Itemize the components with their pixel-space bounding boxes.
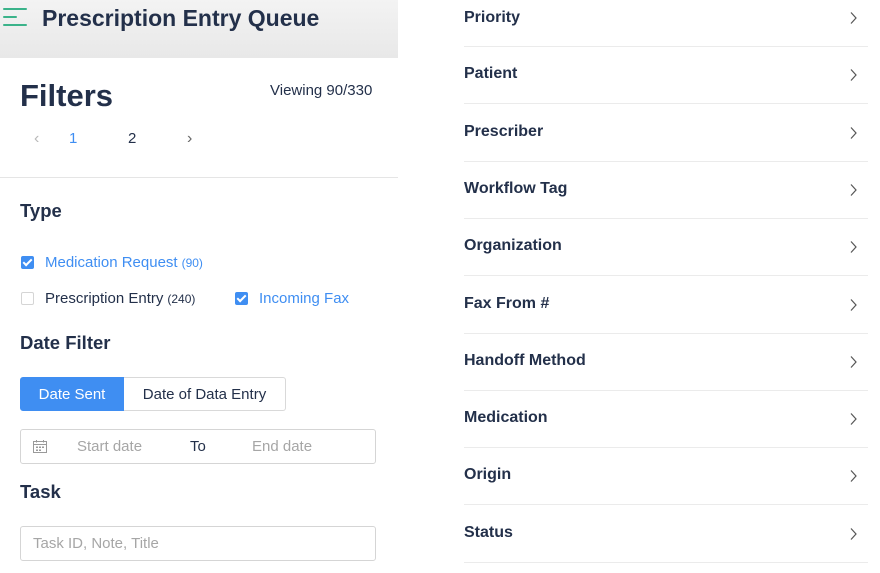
task-search-input[interactable] [20, 526, 376, 561]
filters-title: Filters [20, 78, 114, 113]
chevron-right-icon[interactable]: › [187, 130, 192, 148]
filter-row-prescriber[interactable]: Prescriber [464, 115, 868, 172]
row-divider [464, 275, 868, 276]
date-filter-heading: Date Filter [20, 332, 111, 353]
chevron-right-icon [850, 12, 857, 24]
date-type-toggle: Date Sent Date of Data Entry [20, 377, 286, 411]
filter-row-organization[interactable]: Organization [464, 229, 868, 286]
chevron-right-icon [850, 184, 857, 196]
menu-icon[interactable] [3, 8, 27, 28]
row-divider [464, 447, 868, 448]
row-divider [464, 504, 868, 505]
row-divider [464, 103, 868, 104]
tab-date-of-data-entry[interactable]: Date of Data Entry [124, 377, 286, 411]
filter-row-medication[interactable]: Medication [464, 401, 868, 458]
date-range-separator: To [190, 438, 206, 455]
filter-row-label: Medication [464, 409, 548, 426]
incoming-fax-checkbox[interactable]: Incoming Fax [235, 290, 349, 307]
checkbox-checked-icon [235, 292, 248, 305]
filter-row-workflow-tag[interactable]: Workflow Tag [464, 172, 868, 229]
task-heading: Task [20, 481, 61, 502]
filter-row-label: Priority [464, 9, 521, 26]
filter-row-label: Prescriber [464, 123, 544, 140]
row-divider [464, 161, 868, 162]
calendar-icon [33, 440, 47, 453]
filter-row-status[interactable]: Status [464, 516, 868, 573]
medication-request-checkbox[interactable]: Medication Request (90) [21, 254, 203, 271]
checkbox-label: Incoming Fax [259, 290, 350, 307]
chevron-right-icon [850, 241, 857, 253]
row-divider [464, 333, 868, 334]
chevron-left-icon[interactable]: ‹ [34, 130, 39, 148]
filter-categories-list: Priority Patient Prescriber Workflow Tag Org… [464, 0, 868, 569]
page-2[interactable]: 2 [128, 130, 136, 147]
filter-row-label: Origin [464, 466, 512, 483]
filter-row-origin[interactable]: Origin [464, 458, 868, 515]
start-date-input[interactable]: Start date [77, 438, 142, 455]
chevron-right-icon [850, 356, 857, 368]
row-divider [464, 46, 868, 47]
filter-row-label: Patient [464, 65, 518, 82]
filter-row-label: Fax From # [464, 295, 550, 312]
filter-row-label: Handoff Method [464, 352, 586, 369]
chevron-right-icon [850, 528, 857, 540]
chevron-right-icon [850, 69, 857, 81]
checkbox-count: (90) [181, 255, 203, 270]
type-heading: Type [20, 200, 62, 221]
filter-row-label: Organization [464, 237, 562, 254]
checkbox-checked-icon [21, 256, 34, 269]
chevron-right-icon [850, 299, 857, 311]
row-divider [464, 390, 868, 391]
checkbox-count: (240) [167, 291, 196, 306]
chevron-right-icon [850, 127, 857, 139]
tab-date-sent[interactable]: Date Sent [20, 377, 124, 411]
divider [0, 177, 398, 178]
checkbox-label: Medication Request [45, 254, 178, 271]
chevron-right-icon [850, 470, 857, 482]
prescription-entry-checkbox[interactable]: Prescription Entry (240) [21, 290, 195, 307]
filter-row-label: Workflow Tag [464, 180, 568, 197]
checkbox-unchecked-icon [21, 292, 34, 305]
filter-row-label: Status [464, 524, 513, 541]
page-title: Prescription Entry Queue [42, 5, 320, 31]
end-date-input[interactable]: End date [252, 438, 312, 455]
page-header: Prescription Entry Queue [0, 0, 398, 58]
filter-row-priority[interactable]: Priority [464, 0, 868, 57]
chevron-right-icon [850, 413, 857, 425]
page-1[interactable]: 1 [69, 130, 77, 147]
row-divider [464, 562, 868, 563]
viewing-count: Viewing 90/330 [270, 82, 373, 99]
date-range-picker[interactable]: Start date To End date [20, 429, 376, 464]
row-divider [464, 218, 868, 219]
filters-panel: Prescription Entry Queue Filters Viewing… [0, 0, 398, 569]
filter-row-handoff-method[interactable]: Handoff Method [464, 344, 868, 401]
filter-row-patient[interactable]: Patient [464, 57, 868, 114]
filter-row-fax-from[interactable]: Fax From # [464, 287, 868, 344]
checkbox-label: Prescription Entry [45, 290, 164, 307]
